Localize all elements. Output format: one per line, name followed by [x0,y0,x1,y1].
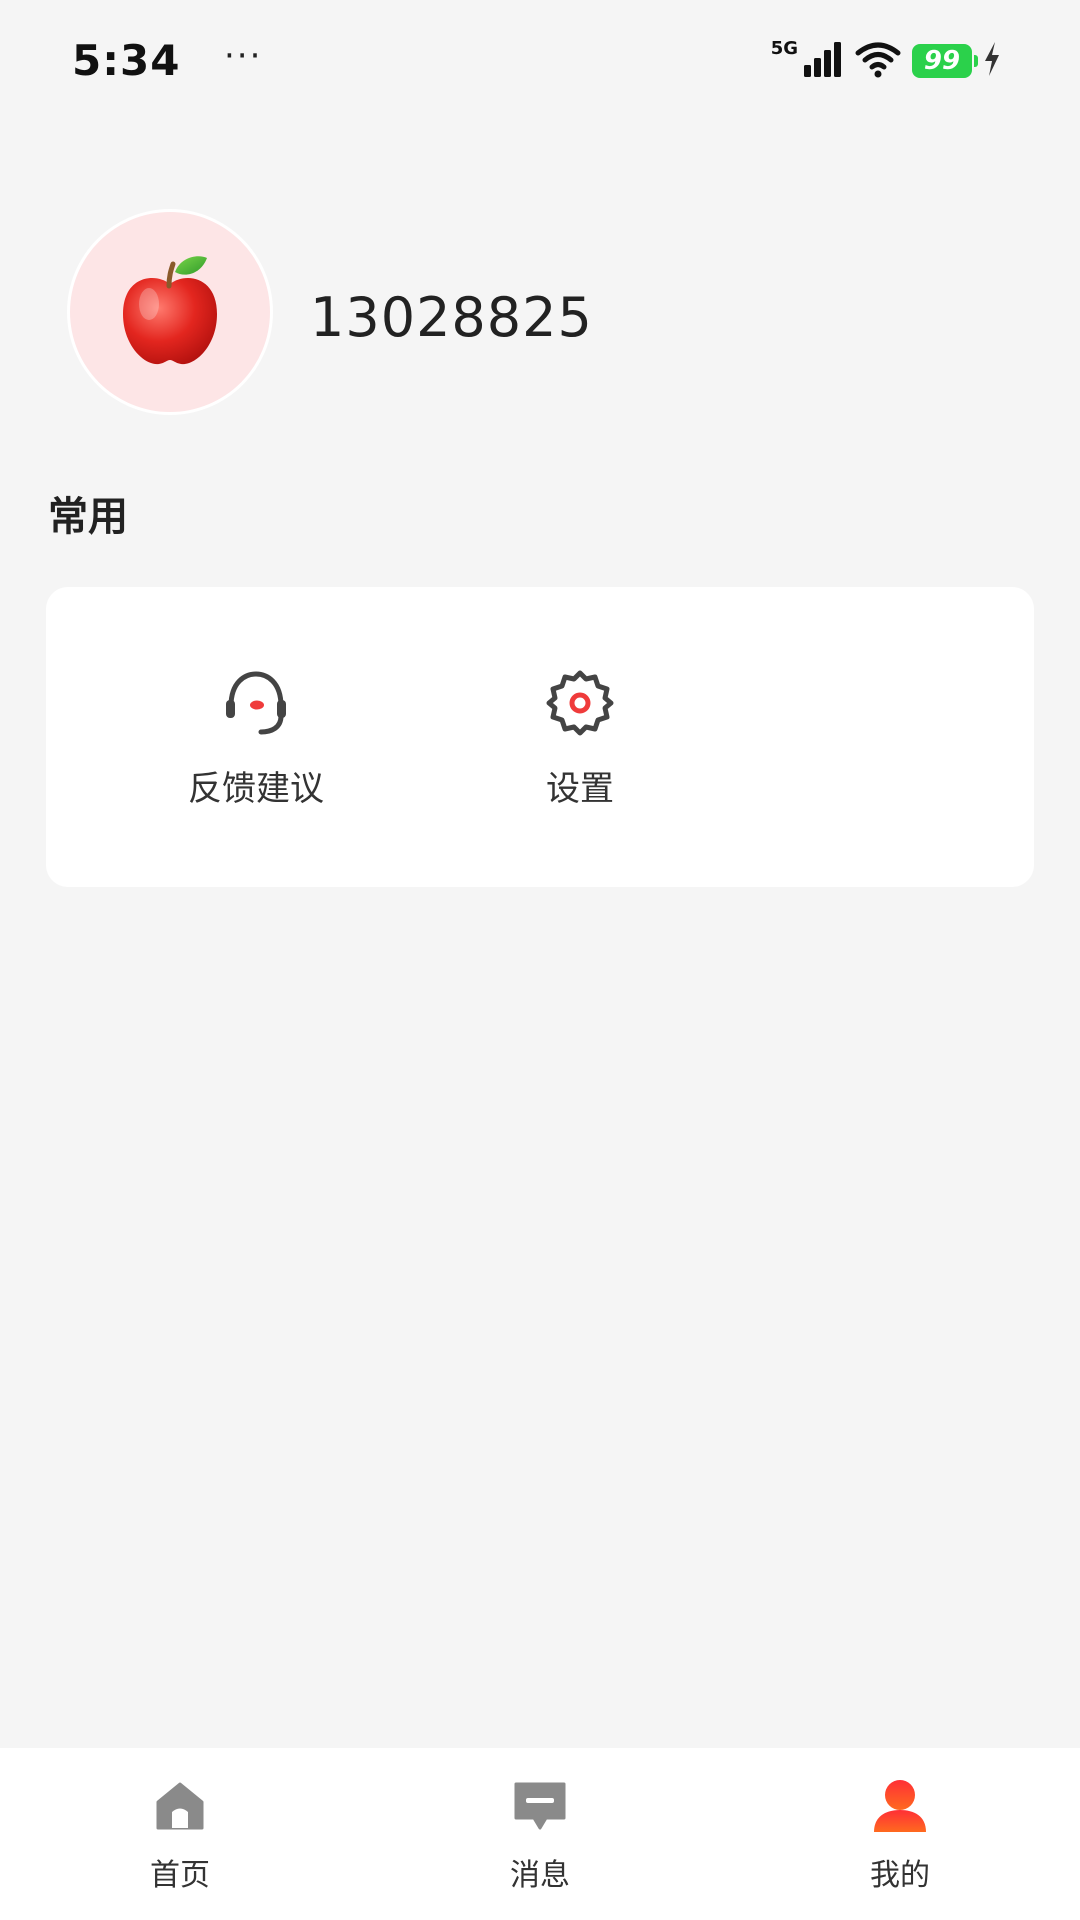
nav-item-home[interactable]: 首页 [0,1748,360,1920]
user-icon [868,1774,932,1838]
avatar[interactable] [70,212,270,412]
feedback-button[interactable]: 反馈建议 [136,587,376,887]
nav-label: 消息 [510,1858,570,1893]
battery-level: 99 [923,46,961,76]
nav-item-mine[interactable]: 我的 [720,1748,1080,1920]
profile-screen: 5:34 ··· 5G 99 13028825 常用 反馈建议 设置 首页 消息… [0,0,1080,1920]
battery-indicator: 99 [912,44,978,78]
status-icons: 5G 99 [771,36,1002,86]
status-bar: 5:34 ··· 5G 99 [0,0,1080,125]
home-icon [148,1774,212,1838]
bottom-nav: 首页 消息 我的 [0,1748,1080,1920]
nav-label: 首页 [150,1858,210,1893]
nav-label: 我的 [870,1858,930,1893]
shortcut-label: 设置 [546,769,614,809]
status-more-indicator: ··· [224,36,263,76]
shortcut-card: 反馈建议 设置 [46,587,1034,887]
status-time: 5:34 [72,36,181,85]
shortcut-label: 反馈建议 [188,769,324,809]
network-type: 5G [770,38,798,59]
message-icon [508,1774,572,1838]
username: 13028825 [310,286,593,349]
apple-icon [115,250,225,374]
wifi-icon [854,39,902,83]
signal-icon [802,39,844,83]
settings-button[interactable]: 设置 [460,587,700,887]
section-title: 常用 [48,494,128,540]
charging-icon [982,41,1002,81]
headset-icon [220,667,292,739]
gear-icon [544,667,616,739]
nav-item-messages[interactable]: 消息 [360,1748,720,1920]
